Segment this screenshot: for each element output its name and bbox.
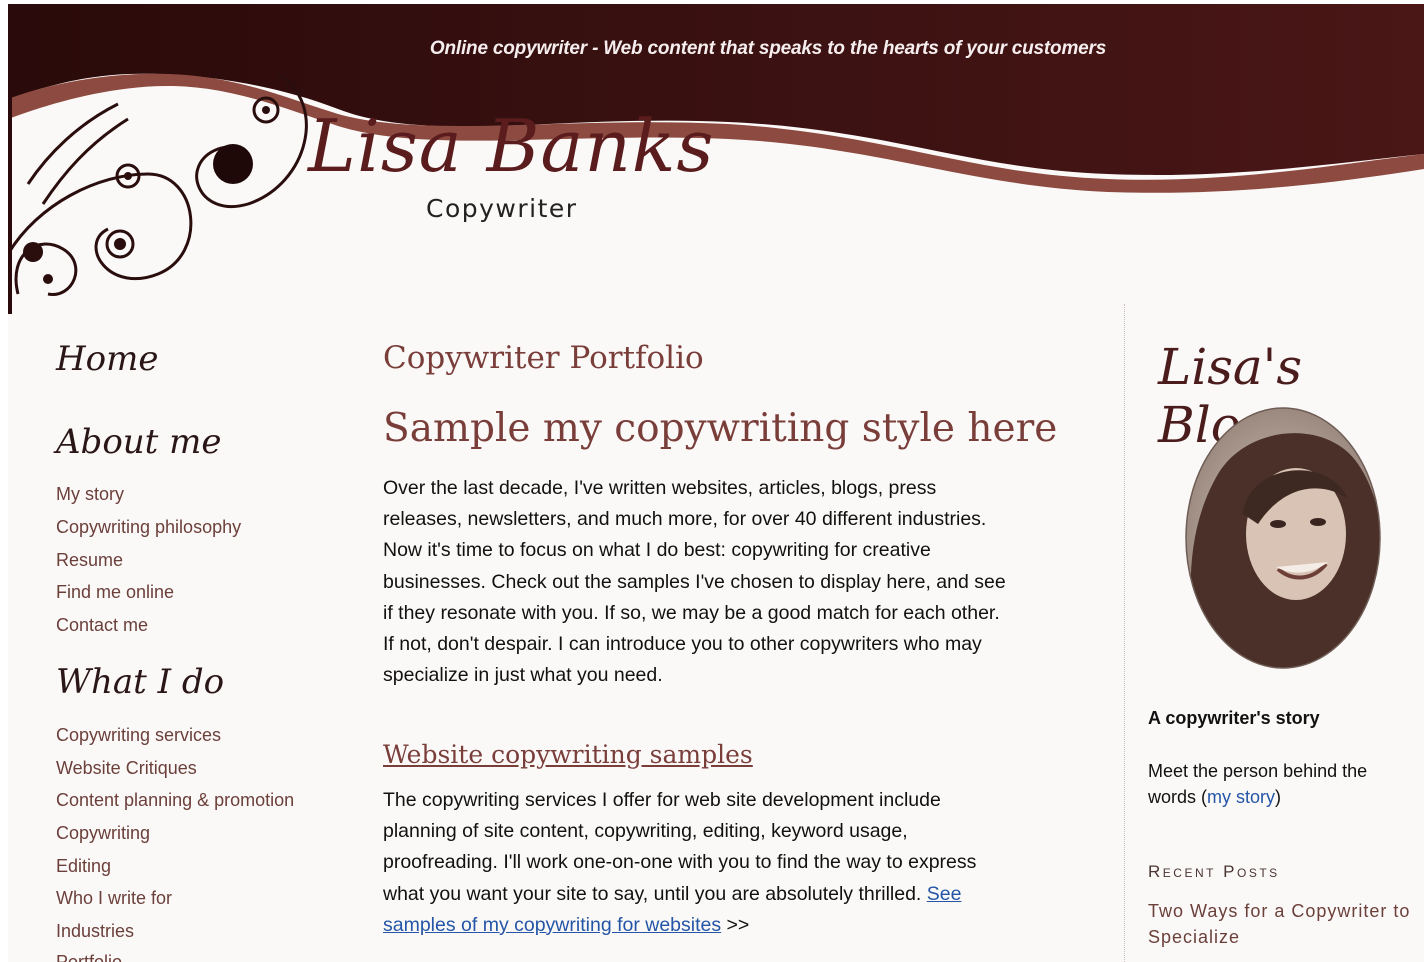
nav-link-find-me[interactable]: Find me online bbox=[56, 582, 174, 603]
nav-link-editing[interactable]: Editing bbox=[56, 856, 111, 877]
story-heading: A copywriter's story bbox=[1148, 708, 1320, 728]
story-text-suffix: ) bbox=[1275, 787, 1282, 807]
site-tagline: Online copywriter - Web content that spe… bbox=[429, 38, 1107, 59]
section-line: The copywriting services I offer for web… bbox=[383, 789, 941, 811]
section-line: planning of site content, copywriting, e… bbox=[383, 820, 908, 843]
section-text: what you want your site to say, until yo… bbox=[383, 882, 927, 905]
recent-post-link[interactable]: Two Ways for a Copywriter to Specialize bbox=[1148, 898, 1418, 950]
arrows-text: >> bbox=[721, 913, 750, 936]
nav-link-website-critiques[interactable]: Website Critiques bbox=[56, 758, 197, 779]
nav-link-industries[interactable]: Industries bbox=[56, 921, 134, 942]
see-samples-link[interactable]: samples of my copywriting for websites bbox=[383, 914, 721, 936]
nav-link-contact[interactable]: Contact me bbox=[56, 615, 148, 636]
nav-heading-about: About me bbox=[56, 422, 222, 462]
logo-name[interactable]: Lisa Banks bbox=[308, 104, 714, 188]
story-text: Meet the person behind the words (my sto… bbox=[1148, 758, 1398, 810]
recent-posts-heading: Recent Posts bbox=[1148, 862, 1280, 881]
nav-home[interactable]: Home bbox=[56, 339, 158, 379]
logo-subtitle: Copywriter bbox=[426, 194, 578, 223]
intro-line: If not, don't despair. I can introduce y… bbox=[383, 633, 982, 656]
intro-line: releases, newsletters, and much more, fo… bbox=[383, 508, 987, 531]
intro-line: Over the last decade, I've written websi… bbox=[383, 477, 937, 499]
my-story-link[interactable]: my story bbox=[1207, 787, 1275, 807]
intro-line: specialize in just what you need. bbox=[383, 664, 663, 687]
website-samples-heading-link[interactable]: Website copywriting samples bbox=[383, 740, 753, 769]
page-frame: Online copywriter - Web content that spe… bbox=[8, 4, 1424, 962]
section-line: samples of my copywriting for websites >… bbox=[383, 910, 1043, 941]
page-subtitle: Sample my copywriting style here bbox=[383, 406, 1058, 451]
section-paragraph: The copywriting services I offer for web… bbox=[383, 785, 1043, 941]
nav-link-copywriting[interactable]: Copywriting bbox=[56, 823, 150, 844]
intro-line: Now it's time to focus on what I do best… bbox=[383, 539, 931, 562]
page-title: Copywriter Portfolio bbox=[383, 340, 704, 376]
sidebar-divider bbox=[1124, 304, 1125, 962]
nav-link-my-story[interactable]: My story bbox=[56, 484, 124, 505]
intro-line: if they resonate with you. If so, we may… bbox=[383, 601, 1000, 624]
nav-link-who-i-write-for[interactable]: Who I write for bbox=[56, 888, 172, 909]
intro-paragraph: Over the last decade, I've written websi… bbox=[383, 473, 1043, 691]
author-portrait bbox=[1185, 407, 1381, 669]
nav-heading-what-i-do: What I do bbox=[56, 662, 225, 702]
nav-link-content-planning[interactable]: Content planning & promotion bbox=[56, 790, 294, 811]
nav-link-copywriting-services[interactable]: Copywriting services bbox=[56, 725, 221, 746]
nav-link-resume[interactable]: Resume bbox=[56, 550, 123, 571]
nav-link-portfolio[interactable]: Portfolio bbox=[56, 952, 122, 962]
nav-link-philosophy[interactable]: Copywriting philosophy bbox=[56, 517, 241, 538]
intro-line: businesses. Check out the samples I've c… bbox=[383, 570, 1006, 593]
section-line: what you want your site to say, until yo… bbox=[383, 879, 1043, 910]
section-line: proofreading. I'll work one-on-one with … bbox=[383, 851, 977, 874]
see-samples-link-start[interactable]: See bbox=[927, 883, 962, 905]
